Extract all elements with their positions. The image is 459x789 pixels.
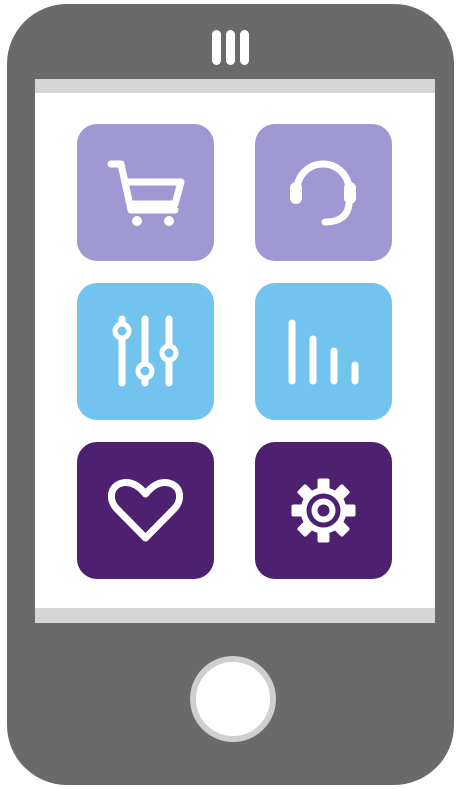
equalizer-sliders-icon — [112, 315, 179, 387]
home-button[interactable] — [190, 656, 276, 742]
app-tile-support[interactable] — [255, 124, 392, 261]
bar-chart-icon — [288, 319, 359, 385]
app-tile-analytics[interactable] — [255, 283, 392, 420]
app-tile-favorites[interactable] — [77, 442, 214, 579]
headset-icon — [290, 160, 356, 226]
app-tile-shopping[interactable] — [77, 124, 214, 261]
gear-icon — [291, 478, 356, 543]
app-tile-settings[interactable] — [255, 442, 392, 579]
speaker-slot — [212, 30, 221, 65]
heart-icon — [107, 479, 184, 542]
app-tile-settings-mixer[interactable] — [77, 283, 214, 420]
speaker-slot — [240, 30, 249, 65]
shopping-cart-icon — [107, 160, 185, 226]
speaker-slot — [226, 30, 235, 65]
